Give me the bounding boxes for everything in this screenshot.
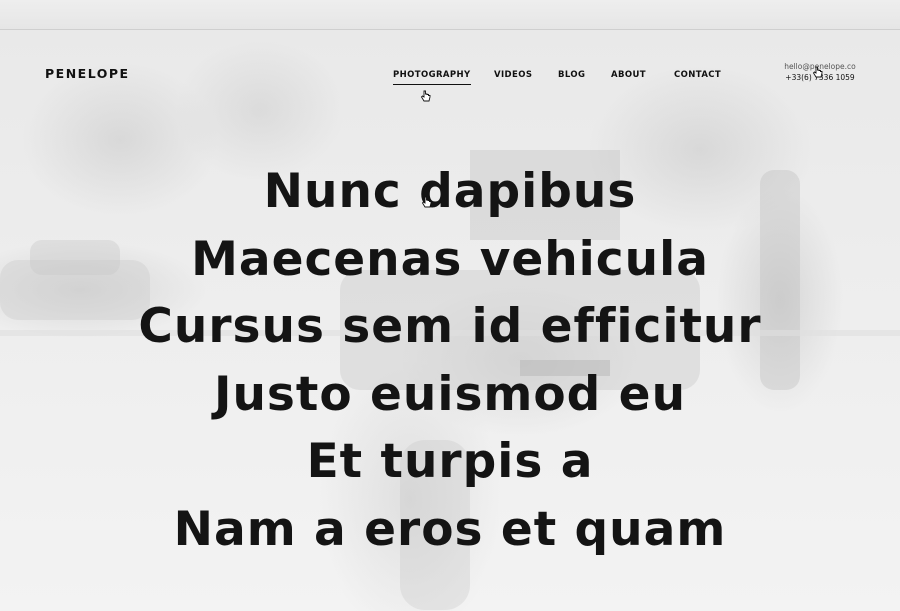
hero-line[interactable]: Justo euismod eu — [0, 361, 900, 429]
hero-line[interactable]: Maecenas vehicula — [0, 226, 900, 294]
hero-line[interactable]: Cursus sem id efficitur — [0, 293, 900, 361]
site-logo[interactable]: PENELOPE — [45, 66, 130, 81]
nav-item-blog[interactable]: BLOG — [558, 70, 585, 80]
hero-line[interactable]: Nam a eros et quam — [0, 496, 900, 564]
nav-item-contact[interactable]: CONTACT — [674, 70, 721, 80]
browser-top-bar — [0, 0, 900, 30]
nav-item-about[interactable]: ABOUT — [611, 70, 646, 80]
hand-pointer-icon — [421, 196, 432, 208]
hand-pointer-icon — [420, 90, 431, 102]
hand-pointer-icon — [812, 66, 823, 78]
nav-item-videos[interactable]: VIDEOS — [494, 70, 532, 80]
hero-line[interactable]: Nunc dapibus — [0, 158, 900, 226]
hero-section: PENELOPE PHOTOGRAPHY VIDEOS BLOG ABOUT C… — [0, 30, 900, 611]
hero-headline-list: Nunc dapibus Maecenas vehicula Cursus se… — [0, 158, 900, 563]
hero-line[interactable]: Et turpis a — [0, 428, 900, 496]
nav-item-photography[interactable]: PHOTOGRAPHY — [393, 70, 471, 85]
